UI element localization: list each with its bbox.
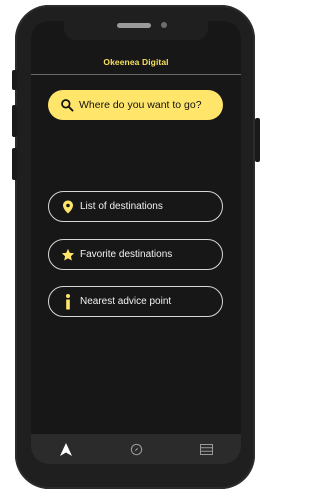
nearest-advice-point-button[interactable]: Nearest advice point <box>48 286 223 317</box>
menu-item-label: Favorite destinations <box>80 249 173 260</box>
compass-icon <box>130 443 142 455</box>
list-of-destinations-button[interactable]: List of destinations <box>48 191 223 222</box>
list-icon <box>199 443 213 455</box>
navigation-arrow-icon <box>60 442 72 456</box>
tab-navigate[interactable] <box>31 434 101 464</box>
menu-item-label: List of destinations <box>80 201 163 212</box>
search-destination-button[interactable]: Where do you want to go? <box>48 90 223 120</box>
search-icon <box>61 99 74 112</box>
bottom-navigation-bar <box>31 434 241 464</box>
front-camera <box>161 22 167 28</box>
phone-side-button <box>255 118 260 162</box>
favorite-destinations-button[interactable]: Favorite destinations <box>48 239 223 270</box>
menu-item-label: Nearest advice point <box>80 296 172 307</box>
phone-speaker <box>117 23 151 28</box>
tab-menu[interactable] <box>171 434 241 464</box>
map-pin-icon <box>63 200 73 213</box>
tab-compass[interactable] <box>101 434 171 464</box>
star-icon <box>61 248 75 261</box>
app-title: Okeenea Digital <box>103 57 169 67</box>
phone-side-button <box>12 70 17 90</box>
phone-side-button <box>12 105 17 137</box>
header-divider <box>31 74 241 75</box>
phone-side-button <box>12 148 17 180</box>
app-screen: Okeenea Digital Where do you want to go?… <box>31 21 241 464</box>
search-label: Where do you want to go? <box>79 99 202 111</box>
info-icon <box>66 293 70 309</box>
